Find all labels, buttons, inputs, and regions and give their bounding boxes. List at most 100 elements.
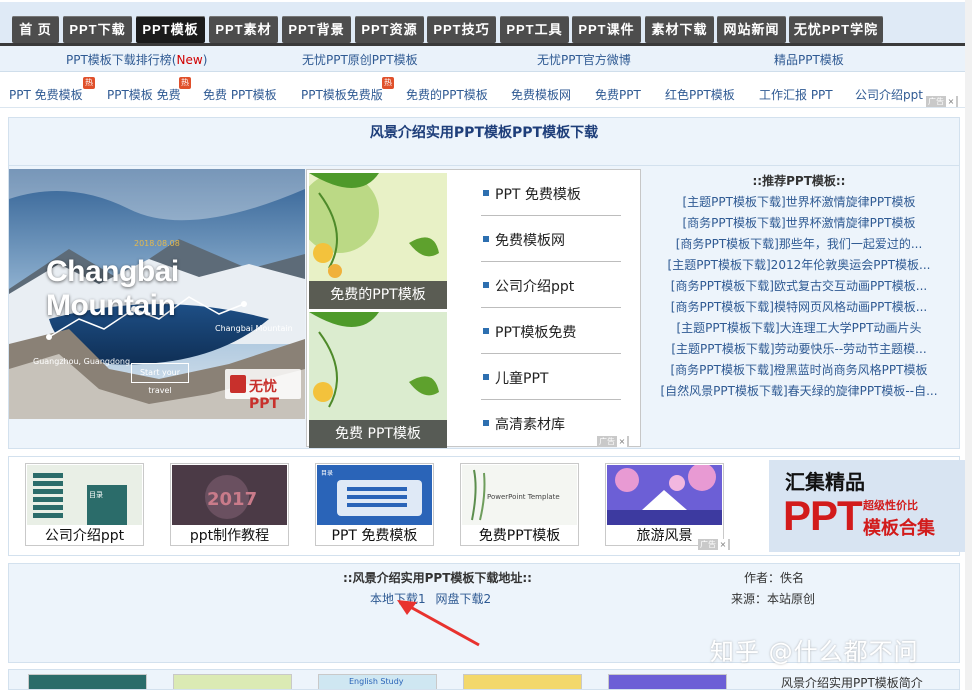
- recommended-link[interactable]: [商务PPT模板下载]模特网页风格动画PPT模板...: [649, 297, 949, 318]
- recommended-link[interactable]: [主题PPT模板下载]劳动要快乐--劳动节主题模...: [649, 339, 949, 360]
- recommended-link[interactable]: [商务PPT模板下载]橙黑蓝时尚商务风格PPT模板: [649, 360, 949, 381]
- ad-link-label: 免费模板网: [495, 233, 565, 249]
- template-thumbnail: PowerPoint Template: [462, 465, 577, 525]
- ad-tile-free-template[interactable]: 免费的PPT模板: [309, 173, 447, 309]
- bullet-icon: [483, 374, 489, 380]
- keyword-link[interactable]: 红色PPT模板: [665, 86, 735, 103]
- nav-tab-ppt-template[interactable]: PPT模板: [136, 16, 205, 43]
- keyword-link[interactable]: PPT模板免费版热: [301, 77, 394, 103]
- banner-line-2: PPT: [783, 492, 863, 539]
- thumb-text: 2017: [207, 489, 257, 510]
- ad-link-label: 儿童PPT: [495, 371, 549, 387]
- ad-link-label: PPT 免费模板: [495, 187, 581, 203]
- subnav-link-original[interactable]: 无忧PPT原创PPT模板: [302, 51, 418, 68]
- nav-tab-ppt-download[interactable]: PPT下载: [63, 16, 132, 43]
- nav-tab-ppt-tips[interactable]: PPT技巧: [427, 16, 496, 43]
- subnav-link-weibo[interactable]: 无忧PPT官方微博: [537, 51, 631, 68]
- main-content: 风景介绍实用PPT模板PPT模板下载 2018.08.08 Changbai M…: [8, 117, 960, 449]
- new-tag: New: [176, 53, 203, 67]
- close-icon[interactable]: ×: [617, 436, 627, 447]
- bottom-card[interactable]: [173, 674, 292, 689]
- top-navigation: 首 页 PPT下载 PPT模板 PPT素材 PPT背景 PPT资源 PPT技巧 …: [0, 0, 972, 47]
- ad-tag[interactable]: 广告 ×: [926, 96, 958, 107]
- bullet-icon: [483, 328, 489, 334]
- red-arrow-annotation: [397, 600, 480, 647]
- bottom-card[interactable]: [463, 674, 582, 689]
- keyword-link[interactable]: PPT 免费模板热: [9, 77, 95, 103]
- ad-link[interactable]: PPT 免费模板: [481, 170, 621, 216]
- keyword-link[interactable]: PPT模板 免费热: [107, 77, 191, 103]
- template-card[interactable]: PowerPoint Template 免费PPT模板: [460, 463, 579, 546]
- secondary-navigation: PPT模板下载排行榜(New) 无忧PPT原创PPT模板 无忧PPT官方微博 精…: [0, 46, 972, 72]
- keyword-link[interactable]: 免费的PPT模板: [406, 86, 488, 103]
- watermark: 知乎 @什么都不问: [710, 638, 919, 666]
- nav-tab-material-download[interactable]: 素材下载: [645, 16, 714, 43]
- keyword-label: PPT模板免费版: [301, 88, 383, 102]
- keyword-link[interactable]: 公司介绍ppt: [855, 86, 923, 103]
- ad-link[interactable]: 儿童PPT: [481, 354, 621, 400]
- subnav-link-premium[interactable]: 精品PPT模板: [774, 51, 844, 68]
- vertical-scrollbar[interactable]: [965, 0, 972, 690]
- ad-link[interactable]: 公司介绍ppt: [481, 262, 621, 308]
- nav-tab-site-news[interactable]: 网站新闻: [717, 16, 786, 43]
- keyword-link[interactable]: 工作汇报 PPT: [759, 86, 833, 103]
- hero-preview-image[interactable]: 2018.08.08 Changbai Mountain Changbai Mo…: [9, 169, 305, 419]
- nav-tab-academy[interactable]: 无忧PPT学院: [789, 16, 883, 43]
- thumb-text: 目录: [89, 491, 103, 499]
- bullet-icon: [483, 420, 489, 426]
- keyword-label: PPT 免费模板: [9, 88, 83, 102]
- subnav-link-ranking-tail: ): [202, 53, 208, 67]
- recommended-link[interactable]: [主题PPT模板下载]2012年伦敦奥运会PPT模板...: [649, 255, 949, 276]
- bottom-card[interactable]: English Study: [318, 674, 437, 689]
- site-logo: 无忧PPT: [225, 369, 301, 412]
- nav-tab-ppt-tools[interactable]: PPT工具: [500, 16, 569, 43]
- template-card[interactable]: 旅游风景: [605, 463, 724, 546]
- keyword-link[interactable]: 免费PPT: [595, 86, 641, 103]
- recommended-link[interactable]: [自然风景PPT模板下载]春天绿的旋律PPT模板--自...: [649, 381, 949, 402]
- template-thumbnail: 目录: [317, 465, 432, 525]
- ad-link-label: 高清素材库: [495, 417, 565, 433]
- recommended-link[interactable]: [商务PPT模板下载]那些年，我们一起爱过的...: [649, 234, 949, 255]
- hero-start-button: Start your travel: [131, 363, 189, 395]
- recommended-link[interactable]: [主题PPT模板下载]大连理工大学PPT动画片头: [649, 318, 949, 339]
- ad-tag[interactable]: 广告 ×: [698, 539, 730, 550]
- title-bar: 风景介绍实用PPT模板PPT模板下载: [9, 118, 959, 166]
- close-icon[interactable]: ×: [946, 96, 956, 107]
- thumb-text: PowerPoint Template: [487, 493, 560, 501]
- keyword-link[interactable]: 免费模板网: [511, 86, 571, 103]
- bottom-card[interactable]: [608, 674, 727, 689]
- promo-banner[interactable]: 汇集精品 PPT 超级性价比 模板合集: [769, 460, 969, 552]
- recommended-link[interactable]: [商务PPT模板下载]世界杯激情旋律PPT模板: [649, 213, 949, 234]
- subnav-link-ranking[interactable]: PPT模板下载排行榜(New): [66, 51, 207, 68]
- author-label: 作者：佚名: [744, 571, 805, 585]
- hot-badge: 热: [179, 77, 191, 89]
- ad-link[interactable]: 免费模板网: [481, 216, 621, 262]
- ad-tile-free-ppt[interactable]: 免费 PPT模板: [309, 312, 447, 448]
- bullet-icon: [483, 190, 489, 196]
- template-intro-heading: 风景介绍实用PPT模板简介: [781, 676, 923, 690]
- close-icon[interactable]: ×: [718, 539, 728, 550]
- ad-label: 广告: [599, 437, 615, 446]
- ad-tile-caption: 免费的PPT模板: [309, 281, 447, 309]
- keyword-link[interactable]: 免费 PPT模板: [203, 86, 277, 103]
- keyword-row: PPT 免费模板热 PPT模板 免费热 免费 PPT模板 PPT模板免费版热 免…: [0, 76, 972, 108]
- template-card[interactable]: 2017 ppt制作教程: [170, 463, 289, 546]
- template-card-label: 公司介绍ppt: [44, 528, 125, 544]
- template-card[interactable]: 目录 公司介绍ppt: [25, 463, 144, 546]
- logo-icon: [230, 375, 246, 393]
- ad-tag[interactable]: 广告 ×: [597, 436, 629, 447]
- nav-tab-ppt-resources[interactable]: PPT资源: [355, 16, 424, 43]
- nav-tab-home[interactable]: 首 页: [12, 16, 59, 43]
- nav-tab-ppt-material[interactable]: PPT素材: [209, 16, 278, 43]
- ad-link[interactable]: PPT模板免费: [481, 308, 621, 354]
- nav-tab-ppt-background[interactable]: PPT背景: [282, 16, 351, 43]
- keyword-label: PPT模板 免费: [107, 88, 181, 102]
- recommended-link[interactable]: [商务PPT模板下载]欧式复古交互动画PPT模板...: [649, 276, 949, 297]
- ad-link-label: 公司介绍ppt: [495, 279, 575, 295]
- template-card[interactable]: 目录 PPT 免费模板: [315, 463, 434, 546]
- bottom-card-text: English Study: [349, 677, 404, 686]
- recommended-link[interactable]: [主题PPT模板下载]世界杯激情旋律PPT模板: [649, 192, 949, 213]
- bottom-card[interactable]: [28, 674, 147, 689]
- page-title: 风景介绍实用PPT模板PPT模板下载: [369, 125, 599, 141]
- nav-tab-ppt-courseware[interactable]: PPT课件: [572, 16, 641, 43]
